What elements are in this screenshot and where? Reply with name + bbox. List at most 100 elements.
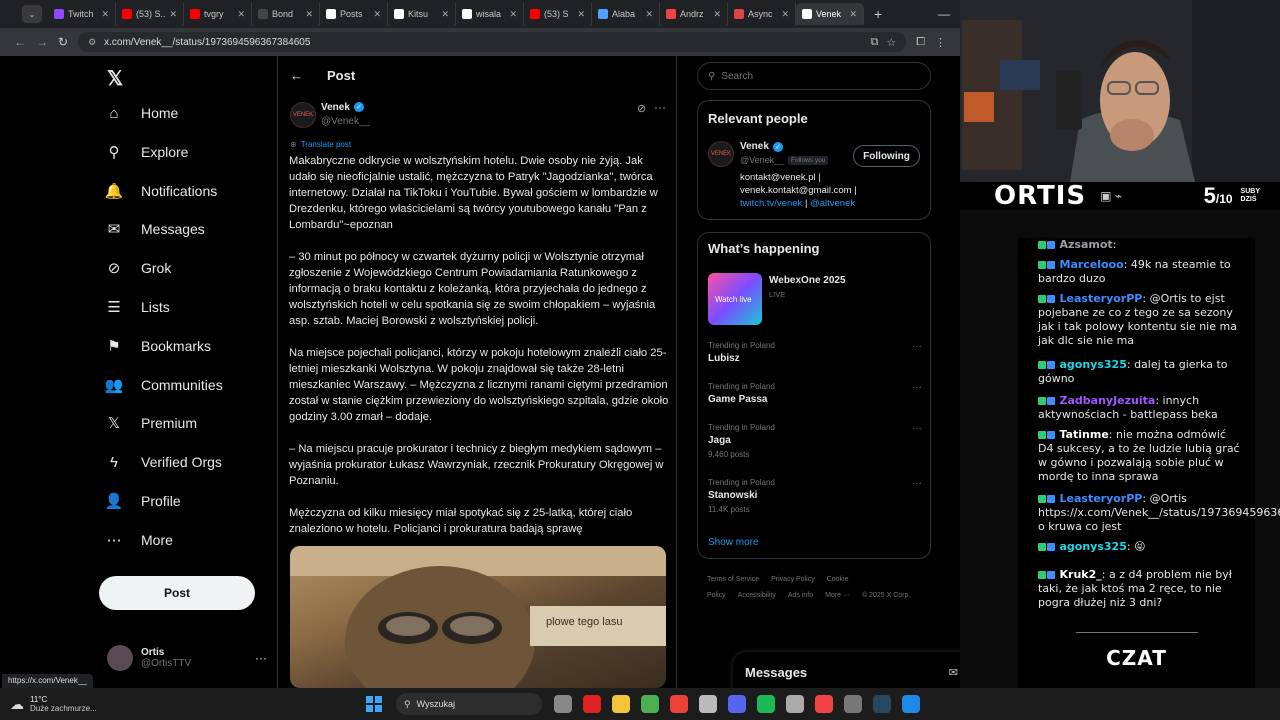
weather-widget[interactable]: ☁ 11°C Duże zachmurze... <box>10 695 140 713</box>
maps-icon[interactable] <box>814 695 833 713</box>
browser-tab[interactable]: Async ✕ <box>728 3 796 25</box>
chat-username[interactable]: Kruk2_ <box>1060 568 1102 581</box>
author-avatar[interactable]: VENEK <box>290 102 316 128</box>
chrome-profile-icon[interactable] <box>669 695 688 713</box>
chrome-icon[interactable] <box>640 695 659 713</box>
event-title[interactable]: WebexOne 2025 <box>769 275 846 286</box>
nav-item-grok[interactable]: ⊘ Grok <box>105 259 172 277</box>
extensions-icon[interactable]: ⧠ <box>916 36 925 49</box>
footer-link[interactable]: Accessibility <box>738 592 776 599</box>
new-tab-button[interactable]: + <box>874 6 882 22</box>
translate-link[interactable]: ⊕ Translate post <box>290 140 351 149</box>
file-explorer-icon[interactable] <box>553 695 572 713</box>
account-menu-icon[interactable]: ··· <box>255 651 267 665</box>
browser-tab[interactable]: Bond ✕ <box>252 3 320 25</box>
nav-item-verified-orgs[interactable]: ϟ Verified Orgs <box>105 453 222 471</box>
footer-link[interactable]: Ads info <box>788 592 813 599</box>
messages-drawer[interactable]: Messages ✉ ︽ <box>733 652 960 688</box>
nav-item-messages[interactable]: ✉ Messages <box>105 220 205 238</box>
browser-tab[interactable]: Kitsu ✕ <box>388 3 456 25</box>
nav-item-premium[interactable]: 𝕏 Premium <box>105 414 197 432</box>
trend-more-icon[interactable]: ··· <box>912 341 922 352</box>
browser-tab[interactable]: wisala ✕ <box>456 3 524 25</box>
nav-item-profile[interactable]: 👤 Profile <box>105 492 181 510</box>
ccleaner-icon[interactable] <box>785 695 804 713</box>
obs-icon[interactable] <box>843 695 862 713</box>
person-avatar[interactable]: VENEK <box>708 141 734 167</box>
browser-tab[interactable]: Twitch ✕ <box>48 3 116 25</box>
post-image[interactable]: plowe tego lasu <box>290 546 666 688</box>
trend-more-icon[interactable]: ··· <box>912 423 922 434</box>
browser-tab[interactable]: Venek ✕ <box>796 3 864 25</box>
trend-more-icon[interactable]: ··· <box>912 382 922 393</box>
footer-link[interactable]: © 2025 X Corp. <box>862 592 910 599</box>
close-tab-icon[interactable]: ✕ <box>645 9 653 20</box>
trend-item[interactable]: Trending in Poland Lubisz ··· <box>708 341 922 368</box>
chat-username[interactable]: LeasteryorPP <box>1060 492 1143 505</box>
event-thumbnail[interactable]: Watch live <box>708 273 762 325</box>
close-tab-icon[interactable]: ✕ <box>169 9 177 20</box>
chat-username[interactable]: ZadbanyJezuita <box>1060 394 1156 407</box>
chat-username[interactable]: agonys325 <box>1060 358 1127 371</box>
url-field[interactable]: ⚙ x.com/Venek__/status/19736945963673846… <box>78 32 907 52</box>
nav-item-home[interactable]: ⌂ Home <box>105 104 178 122</box>
new-message-icon[interactable]: ✉ <box>949 666 958 679</box>
author-name[interactable]: Venek <box>321 102 350 113</box>
show-more-link[interactable]: Show more <box>708 537 759 548</box>
taskbar-search-input[interactable]: ⚲ Wyszukaj <box>396 693 542 715</box>
chat-username[interactable]: LeasteryorPP <box>1060 292 1143 305</box>
grok-explain-icon[interactable]: ⊘ <box>637 102 646 115</box>
chat-username[interactable]: Azsamot <box>1060 238 1113 251</box>
trend-more-icon[interactable]: ··· <box>912 478 922 489</box>
footer-link[interactable]: Privacy Policy <box>771 576 815 583</box>
back-icon[interactable]: ← <box>290 68 303 83</box>
following-button[interactable]: Following <box>853 145 920 167</box>
chat-username[interactable]: Marcelooo <box>1060 258 1124 271</box>
tab-search-button[interactable]: ⌄ <box>22 5 42 23</box>
browser-tab[interactable]: Posts ✕ <box>320 3 388 25</box>
account-switcher[interactable]: Ortis @OrtisTTV ··· <box>107 644 267 672</box>
nav-item-lists[interactable]: ☰ Lists <box>105 298 170 316</box>
close-tab-icon[interactable]: ✕ <box>577 9 585 20</box>
x-logo-icon[interactable]: 𝕏 <box>107 66 123 91</box>
close-tab-icon[interactable]: ✕ <box>101 9 109 20</box>
search-input[interactable]: ⚲ Search <box>697 62 931 90</box>
bio-link-alt[interactable]: @altvenek <box>810 198 855 209</box>
bio-link-twitch[interactable]: twitch.tv/venek <box>740 198 802 209</box>
trend-item[interactable]: Trending in Poland Jaga 9,460 posts ··· <box>708 423 922 459</box>
bookmark-star-icon[interactable]: ☆ <box>886 36 896 49</box>
github-icon[interactable] <box>698 695 717 713</box>
browser-tab[interactable]: Alaba ✕ <box>592 3 660 25</box>
nav-item-communities[interactable]: 👥 Communities <box>105 376 223 394</box>
footer-link[interactable]: Terms of Service <box>707 576 759 583</box>
chat-username[interactable]: Tatinme <box>1060 428 1109 441</box>
back-arrow-icon[interactable]: ← <box>14 35 26 49</box>
folder-icon[interactable] <box>611 695 630 713</box>
nav-item-notifications[interactable]: 🔔 Notifications <box>105 182 218 200</box>
window-minimize-button[interactable]: — <box>938 7 950 21</box>
spotify-icon[interactable] <box>756 695 775 713</box>
app-icon[interactable] <box>901 695 920 713</box>
close-tab-icon[interactable]: ✕ <box>509 9 517 20</box>
site-info-icon[interactable]: ⚙ <box>88 37 96 48</box>
trend-item[interactable]: Trending in Poland Game Passa ··· <box>708 382 922 409</box>
close-tab-icon[interactable]: ✕ <box>781 9 789 20</box>
browser-tab[interactable]: (53) S ✕ <box>524 3 592 25</box>
nav-item-explore[interactable]: ⚲ Explore <box>105 143 189 161</box>
close-tab-icon[interactable]: ✕ <box>373 9 381 20</box>
chat-username[interactable]: agonys325 <box>1060 540 1127 553</box>
install-app-icon[interactable]: ⧉ <box>870 36 878 49</box>
forward-arrow-icon[interactable]: → <box>36 35 48 49</box>
footer-link[interactable]: More ··· <box>825 592 850 599</box>
menu-dots-icon[interactable]: ⋮ <box>935 36 946 49</box>
browser-tab[interactable]: tvgry ✕ <box>184 3 252 25</box>
trend-item[interactable]: Trending in Poland Stanowski 11.4K posts… <box>708 478 922 514</box>
person-name[interactable]: Venek <box>740 141 769 152</box>
post-button[interactable]: Post <box>99 576 255 610</box>
post-more-icon[interactable]: ··· <box>654 100 666 114</box>
discord-icon[interactable] <box>727 695 746 713</box>
close-tab-icon[interactable]: ✕ <box>237 9 245 20</box>
steam-icon[interactable] <box>872 695 891 713</box>
close-tab-icon[interactable]: ✕ <box>305 9 313 20</box>
nav-item-more[interactable]: ⋯ More <box>105 531 173 549</box>
